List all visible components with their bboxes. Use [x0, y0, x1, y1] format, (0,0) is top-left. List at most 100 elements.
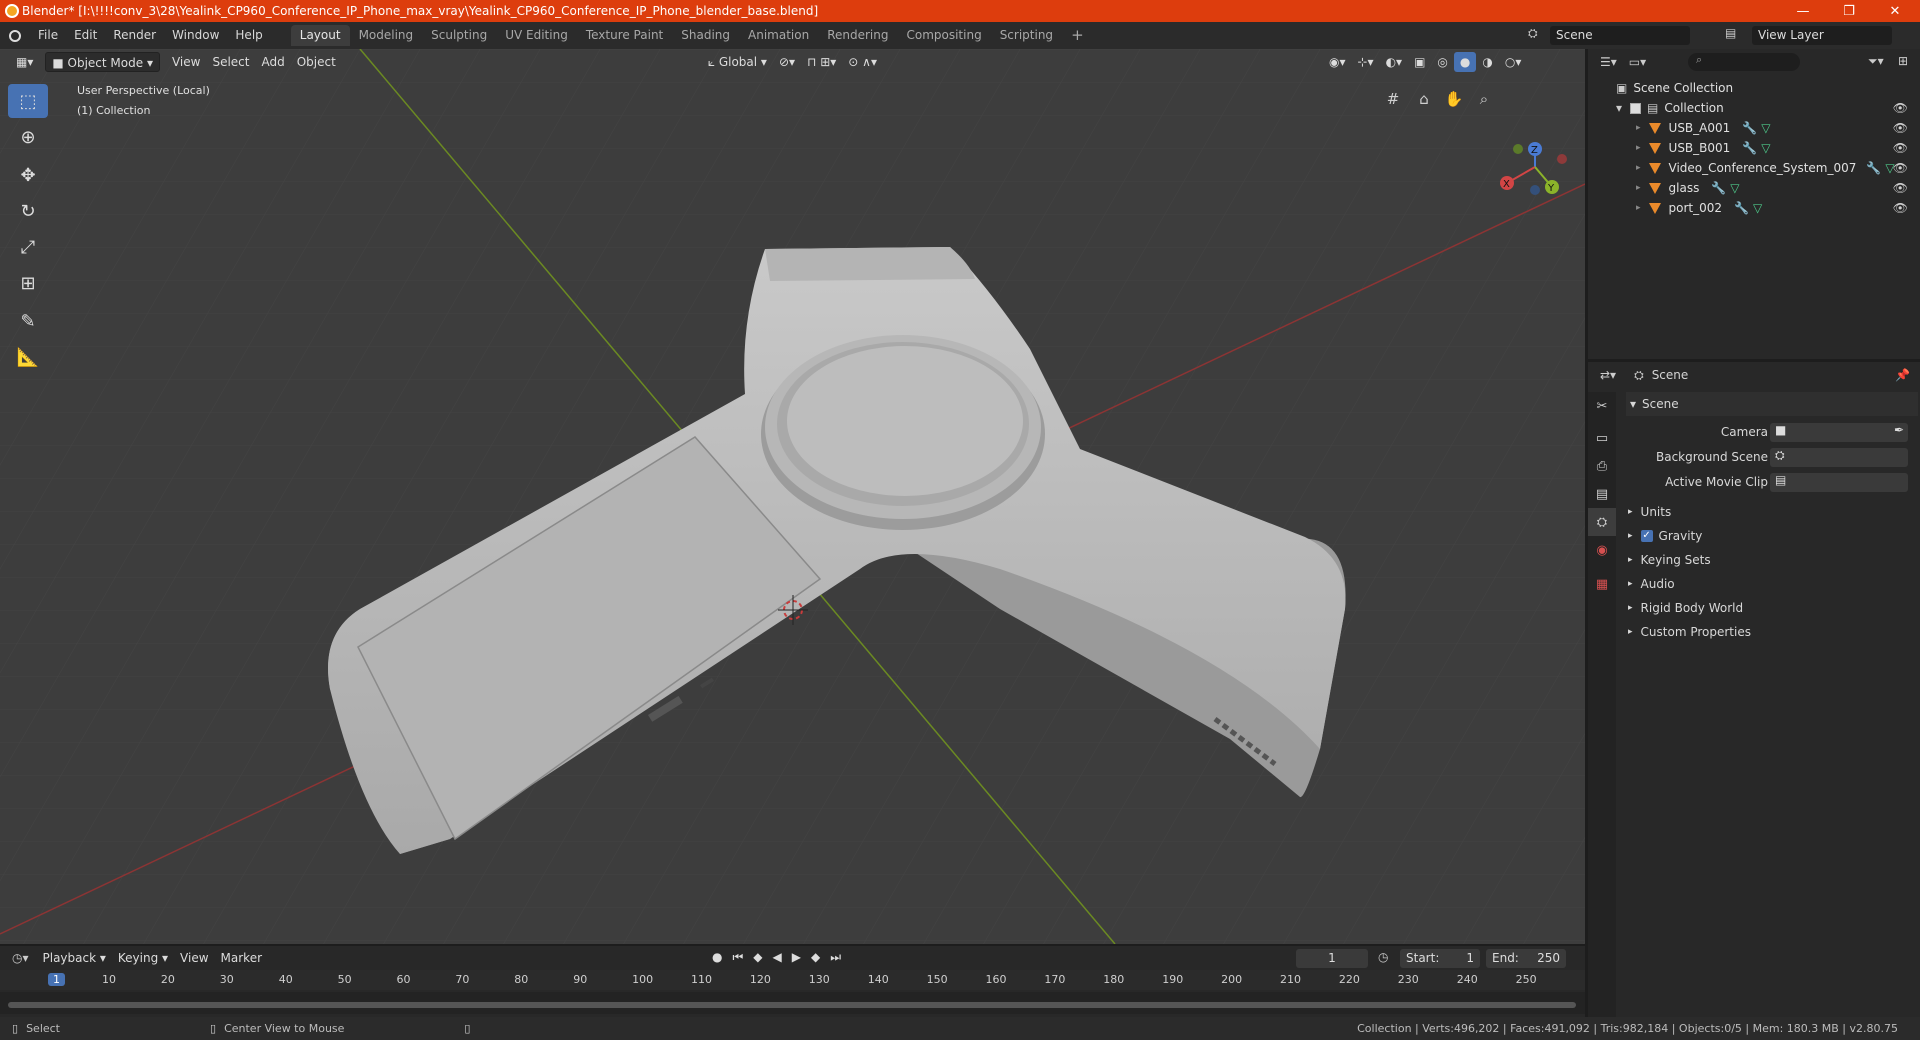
background-scene-field[interactable]: ⛭	[1770, 447, 1908, 467]
output-tab-icon[interactable]: ⎙	[1588, 452, 1616, 480]
expand-arrow-icon[interactable]: ▸	[1636, 123, 1641, 133]
new-collection-icon[interactable]: ⊞	[1898, 54, 1908, 68]
expand-arrow-icon[interactable]: ▸	[1636, 143, 1641, 153]
menu-view[interactable]: View	[166, 52, 206, 72]
minimize-button[interactable]: —	[1780, 0, 1826, 22]
annotate-tool-icon[interactable]: ✎	[8, 304, 48, 338]
menu-object[interactable]: Object	[291, 52, 342, 72]
outliner-object-row[interactable]: ▸ USB_B001 🔧 ▽ 👁	[1588, 138, 1920, 158]
tab-texture-paint[interactable]: Texture Paint	[577, 25, 672, 46]
audio-subpanel[interactable]: ▸ Audio	[1628, 572, 1918, 596]
outliner-scene-collection[interactable]: ▣ Scene Collection	[1588, 78, 1920, 98]
transform-tool-icon[interactable]: ⊞	[8, 266, 48, 300]
visibility-eye-icon[interactable]: 👁	[1893, 181, 1908, 195]
shading-rendered-icon[interactable]: ○▾	[1499, 52, 1528, 72]
texture-tab-icon[interactable]: ▦	[1588, 570, 1616, 598]
gravity-checkbox[interactable]: ✓	[1640, 530, 1653, 542]
eyedropper-icon[interactable]: ✒	[1894, 423, 1904, 437]
jump-end-icon[interactable]: ⏭	[830, 950, 841, 965]
view-layer-tab-icon[interactable]: ▤	[1588, 480, 1616, 508]
menu-add[interactable]: Add	[255, 52, 290, 72]
overlays-icon[interactable]: ◐▾	[1380, 52, 1409, 72]
scene-panel-header[interactable]: ▾ Scene	[1626, 392, 1918, 416]
visibility-eye-icon[interactable]: 👁	[1893, 201, 1908, 215]
orientation-selector[interactable]: ⟀ Global ▾	[702, 52, 773, 72]
menu-edit[interactable]: Edit	[66, 22, 105, 49]
play-reverse-icon[interactable]: ◀	[773, 950, 782, 965]
mode-selector[interactable]: ■ Object Mode ▾	[45, 52, 160, 72]
rotate-tool-icon[interactable]: ↻	[8, 194, 48, 228]
scene-tab-icon[interactable]: ⛭	[1588, 508, 1616, 536]
tool-tab-icon[interactable]: ✂	[1588, 392, 1616, 420]
blender-menu-icon[interactable]	[0, 22, 30, 49]
shading-wireframe-icon[interactable]: ◎	[1431, 52, 1453, 72]
outliner-object-row[interactable]: ▸ USB_A001 🔧 ▽ 👁	[1588, 118, 1920, 138]
proportional-edit-icon[interactable]: ⊙ ∧▾	[842, 52, 883, 72]
pivot-icon[interactable]: ⊘▾	[773, 52, 801, 72]
end-frame-field[interactable]: End: 250	[1486, 949, 1566, 968]
jump-start-icon[interactable]: ⏮	[732, 950, 743, 965]
next-keyframe-icon[interactable]: ◆	[811, 950, 820, 965]
collection-checkbox[interactable]	[1630, 102, 1642, 114]
expand-arrow-icon[interactable]: ▸	[1636, 183, 1641, 193]
menu-keying[interactable]: Keying ▾	[112, 948, 174, 968]
tab-uv-editing[interactable]: UV Editing	[496, 25, 577, 46]
visibility-eye-icon[interactable]: 👁	[1893, 161, 1908, 175]
timeline-track-area[interactable]	[0, 992, 1585, 1014]
current-frame-field[interactable]: 1	[1296, 949, 1368, 968]
select-box-tool-icon[interactable]: ⬚	[8, 84, 48, 118]
tab-shading[interactable]: Shading	[672, 25, 739, 46]
xray-icon[interactable]: ▣	[1408, 52, 1431, 72]
active-movie-clip-field[interactable]: ▤	[1770, 472, 1908, 492]
clock-icon[interactable]: ◷	[1378, 950, 1388, 964]
tab-compositing[interactable]: Compositing	[897, 25, 990, 46]
outliner-collection[interactable]: ▾ ▤ Collection 👁	[1588, 98, 1920, 118]
add-workspace-button[interactable]: +	[1062, 25, 1093, 46]
cursor-tool-icon[interactable]: ⊕	[8, 120, 48, 154]
zoom-icon[interactable]: ⌕	[1471, 86, 1497, 112]
shading-material-icon[interactable]: ◑	[1476, 52, 1498, 72]
view-layer-selector[interactable]: View Layer	[1752, 26, 1892, 45]
menu-select[interactable]: Select	[206, 52, 255, 72]
menu-timeline-view[interactable]: View	[174, 948, 214, 968]
timeline-scrollbar[interactable]	[8, 1002, 1576, 1008]
outliner-object-row[interactable]: ▸ glass 🔧 ▽ 👁	[1588, 178, 1920, 198]
units-subpanel[interactable]: ▸ Units	[1628, 500, 1918, 524]
visibility-eye-icon[interactable]: 👁	[1893, 121, 1908, 135]
menu-file[interactable]: File	[30, 22, 66, 49]
tab-sculpting[interactable]: Sculpting	[422, 25, 496, 46]
snap-icon[interactable]: ⊓ ⊞▾	[801, 52, 842, 72]
measure-tool-icon[interactable]: 📐	[8, 340, 48, 374]
outliner-search-input[interactable]: ⌕	[1688, 53, 1800, 71]
outliner-object-row[interactable]: ▸ Video_Conference_System_007 🔧 ▽ 👁	[1588, 158, 1920, 178]
maximize-button[interactable]: ❐	[1826, 0, 1872, 22]
menu-window[interactable]: Window	[164, 22, 227, 49]
timeline-editor-icon[interactable]: ◷▾	[12, 951, 29, 965]
tab-modeling[interactable]: Modeling	[350, 25, 423, 46]
expand-arrow-icon[interactable]: ▸	[1636, 163, 1641, 173]
start-frame-field[interactable]: Start: 1	[1400, 949, 1480, 968]
frame-ruler[interactable]: 1 10 20 30 40 50 60 70 80 90 100 110 120 130 140 150 160…	[0, 970, 1585, 990]
filter-icon[interactable]: ⏷▾	[1868, 54, 1884, 69]
visibility-eye-icon[interactable]: 👁	[1893, 141, 1908, 155]
tab-rendering[interactable]: Rendering	[818, 25, 897, 46]
prev-keyframe-icon[interactable]: ◆	[753, 950, 762, 965]
pan-hand-icon[interactable]: ✋	[1441, 86, 1467, 112]
expand-arrow-icon[interactable]: ▸	[1636, 203, 1641, 213]
menu-help[interactable]: Help	[227, 22, 270, 49]
tab-scripting[interactable]: Scripting	[991, 25, 1062, 46]
visibility-icon[interactable]: ◉▾	[1323, 52, 1352, 72]
render-tab-icon[interactable]: ▭	[1588, 424, 1616, 452]
camera-field[interactable]: ■ ✒	[1770, 422, 1908, 442]
grid-view-icon[interactable]: #	[1380, 86, 1406, 112]
gravity-subpanel[interactable]: ▸ ✓ Gravity	[1628, 524, 1918, 548]
menu-marker[interactable]: Marker	[215, 948, 268, 968]
camera-view-icon[interactable]: ⌂	[1411, 86, 1437, 112]
gizmo-toggle-icon[interactable]: ⊹▾	[1351, 52, 1379, 72]
tab-layout[interactable]: Layout	[290, 25, 350, 46]
custom-properties-subpanel[interactable]: ▸ Custom Properties	[1628, 620, 1918, 644]
move-tool-icon[interactable]: ✥	[8, 158, 48, 192]
editor-type-icon[interactable]: ▦▾	[10, 52, 39, 72]
display-mode-icon[interactable]: ▭▾	[1629, 55, 1646, 69]
outliner-editor-icon[interactable]: ☰▾	[1600, 55, 1617, 69]
